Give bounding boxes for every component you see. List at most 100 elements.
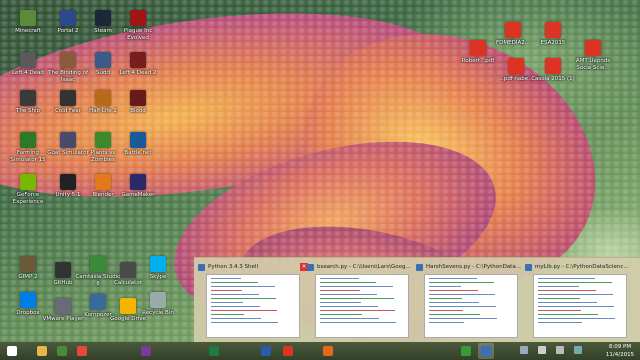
code-line <box>538 318 615 319</box>
python-icon <box>198 263 205 271</box>
plague-inc-evolved-icon <box>130 10 146 26</box>
taskbar-python[interactable] <box>478 343 494 359</box>
taskbar-onenote[interactable] <box>138 343 154 359</box>
code-line <box>320 278 359 279</box>
code-line <box>211 318 261 319</box>
left-4-dead-icon <box>20 52 36 68</box>
code-line <box>211 278 241 279</box>
preview-title: HarshSevens.py - C:\PythonData... <box>416 262 526 272</box>
speaker-icon[interactable] <box>556 346 564 354</box>
preview-window-image <box>315 274 409 338</box>
fdmedia-icon <box>505 22 521 38</box>
cold-fear-icon <box>60 90 76 106</box>
amt-logo-icon <box>585 40 601 56</box>
minecraft-icon <box>20 10 36 26</box>
desktop-icon-amt-logo[interactable]: AMT Uepnds Socia Scie... <box>570 40 616 71</box>
casola-2015-icon <box>545 58 561 74</box>
gimp-2-icon <box>20 256 36 272</box>
network-icon[interactable] <box>520 346 528 354</box>
code-line <box>320 294 377 295</box>
goat-simulator-icon <box>60 132 76 148</box>
pdf-reader-icon <box>283 346 293 356</box>
preview-title-text: HarshSevens.py - C:\PythonData... <box>426 264 521 270</box>
code-line <box>538 302 597 303</box>
excel-icon <box>209 346 219 356</box>
preview-window-image <box>533 274 627 338</box>
taskbar-excel[interactable] <box>206 343 222 359</box>
onenote-icon <box>141 346 151 356</box>
code-line <box>538 298 580 299</box>
unity-5-1-icon <box>60 174 76 190</box>
code-line <box>538 294 613 295</box>
taskbar-chrome[interactable] <box>74 343 90 359</box>
code-line <box>429 310 463 311</box>
code-line <box>211 306 260 307</box>
taskbar-word[interactable] <box>258 343 274 359</box>
code-line <box>429 318 497 319</box>
code-line <box>429 298 462 299</box>
desktop-icon-plague-inc-evolved[interactable]: Plague Inc Evolved <box>115 10 161 41</box>
word-icon <box>261 346 271 356</box>
python-icon <box>525 263 532 271</box>
code-line <box>211 290 242 291</box>
battery-icon[interactable] <box>574 346 582 354</box>
code-line <box>211 314 244 315</box>
esa2015-icon <box>545 22 561 38</box>
github-icon <box>55 262 71 278</box>
preview-title: bsearch.py - C:\Users\Lars\Goog... <box>307 262 417 272</box>
code-line <box>538 314 598 315</box>
desktop-icon-label: GameMaker <box>121 192 155 198</box>
code-line <box>429 294 495 295</box>
taskbar-firefox[interactable] <box>320 343 336 359</box>
code-line <box>211 286 275 287</box>
gamemaker-icon <box>130 174 146 190</box>
taskbar-clock[interactable]: 8:09 PM 11/4/2015 <box>602 343 638 359</box>
preview-harshsevens[interactable]: HarshSevens.py - C:\PythonData... <box>416 262 526 340</box>
code-line <box>538 290 596 291</box>
desktop-icon-skype[interactable]: Skype <box>135 256 181 281</box>
code-line <box>211 310 277 311</box>
google-drive-icon <box>120 298 136 314</box>
taskbar-thumbnail-previews: Python 3.4.3 Shell × bsearch.py - C:\Users… <box>194 257 640 343</box>
preview-title: myLib.py - C:\PythonDataScienc... <box>525 262 635 272</box>
desktop-icon-recycle-bin[interactable]: Recycle Bin <box>135 292 181 317</box>
taskbar-file-explorer[interactable] <box>34 343 50 359</box>
firefox-icon <box>323 346 333 356</box>
desktop-icon-blood[interactable]: Blood <box>115 90 161 115</box>
code-line <box>320 282 376 283</box>
start-button-icon <box>7 346 17 356</box>
taskbar-camtasia[interactable] <box>458 343 474 359</box>
desktop-icon-label: Left 4 Dead 2 <box>119 70 157 76</box>
the-binding-of-isaac-icon <box>60 52 76 68</box>
code-line <box>538 278 595 279</box>
preview-title: Python 3.4.3 Shell × <box>198 262 308 272</box>
preview-mylib[interactable]: myLib.py - C:\PythonDataScienc... <box>525 262 635 340</box>
steam-icon <box>95 10 111 26</box>
code-line <box>320 310 395 311</box>
desktop-icon-battle-net[interactable]: Battle.net <box>115 132 161 157</box>
notifications-icon[interactable] <box>538 346 546 354</box>
pdf-folder-icon <box>508 58 524 74</box>
desktop-icon-gamemaker[interactable]: GameMaker <box>115 174 161 199</box>
python-icon <box>307 263 314 271</box>
portal-2-icon <box>60 10 76 26</box>
desktop-icon-left-4-dead-2[interactable]: Left 4 Dead 2 <box>115 52 161 77</box>
sudd-icon <box>95 52 111 68</box>
preview-bsearch[interactable]: bsearch.py - C:\Users\Lars\Goog... <box>307 262 417 340</box>
file-explorer-icon <box>37 346 47 356</box>
code-line <box>211 302 243 303</box>
code-line <box>211 282 258 283</box>
farming-simulator-icon <box>20 132 36 148</box>
code-line <box>538 282 612 283</box>
code-line <box>320 286 393 287</box>
code-line <box>320 322 396 323</box>
clock-time: 8:09 PM <box>608 344 632 350</box>
python-icon <box>481 346 491 356</box>
taskbar-start-button[interactable] <box>4 343 20 359</box>
python-icon <box>416 263 423 271</box>
blood-icon <box>130 90 146 106</box>
camtasia-icon <box>461 346 471 356</box>
taskbar-pdf-reader[interactable] <box>280 343 296 359</box>
taskbar-store[interactable] <box>54 343 70 359</box>
preview-python-shell[interactable]: Python 3.4.3 Shell × <box>198 262 308 340</box>
